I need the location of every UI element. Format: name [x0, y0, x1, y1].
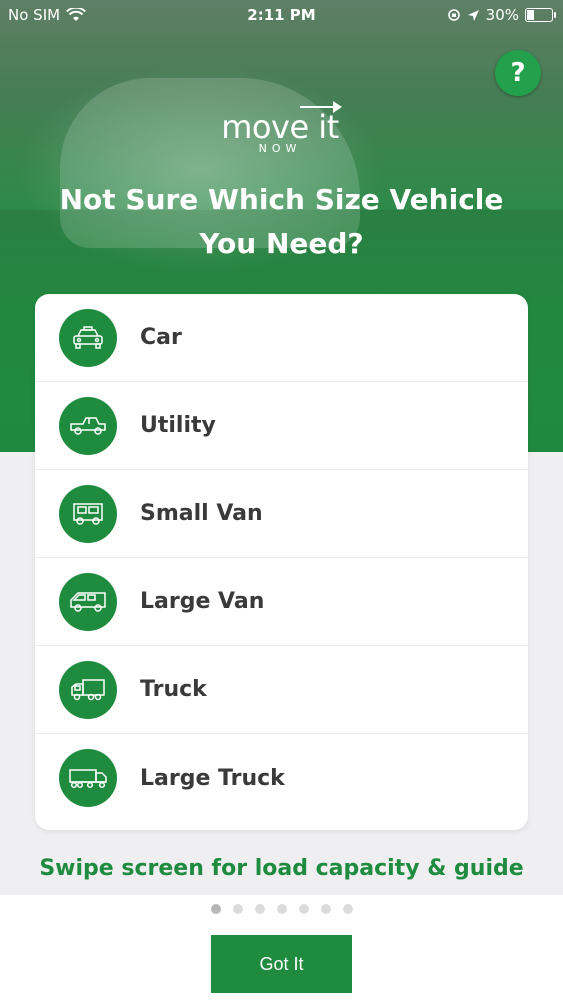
got-it-button[interactable]: Got It — [211, 935, 352, 993]
help-button[interactable]: ? — [495, 50, 541, 96]
page-dot[interactable] — [298, 904, 309, 914]
bottom-bar: Got It — [0, 895, 563, 1000]
move-it-logo: move it NOW — [205, 101, 355, 155]
status-bar: No SIM 2:11 PM 30% — [0, 0, 563, 30]
vehicle-option-small-van[interactable]: Small Van — [35, 470, 528, 558]
page-dot[interactable] — [232, 904, 243, 914]
vehicle-option-utility[interactable]: Utility — [35, 382, 528, 470]
location-arrow-icon — [467, 9, 479, 21]
vehicle-option-truck[interactable]: Truck — [35, 646, 528, 734]
orientation-lock-icon — [447, 9, 460, 21]
vehicle-label: Truck — [140, 677, 207, 702]
large-truck-icon — [59, 749, 117, 807]
logo-arrow-icon — [300, 101, 342, 113]
page-dot[interactable] — [276, 904, 287, 914]
battery-percent: 30% — [485, 6, 519, 24]
vehicle-option-large-truck[interactable]: Large Truck — [35, 734, 528, 822]
page-dot[interactable] — [210, 904, 221, 914]
pickup-truck-icon — [59, 396, 117, 455]
vehicle-label: Large Van — [140, 589, 265, 614]
large-van-icon — [59, 572, 117, 631]
battery-icon — [525, 8, 556, 22]
page-dot[interactable] — [254, 904, 265, 914]
page-title: Not Sure Which Size Vehicle You Need? — [59, 183, 504, 260]
small-van-icon — [59, 484, 117, 543]
truck-icon — [59, 660, 117, 719]
vehicle-list: Car Utility Small Van Large Van Truck La… — [35, 294, 528, 830]
vehicle-label: Large Truck — [140, 765, 285, 791]
vehicle-option-car[interactable]: Car — [35, 294, 528, 382]
vehicle-label: Small Van — [140, 501, 263, 526]
logo-main-text: move it — [221, 108, 339, 146]
page-indicator — [0, 904, 563, 914]
vehicle-option-large-van[interactable]: Large Van — [35, 558, 528, 646]
vehicle-label: Car — [140, 325, 182, 350]
car-icon — [59, 308, 117, 367]
vehicle-label: Utility — [140, 413, 216, 438]
swipe-hint: Swipe screen for load capacity & guide — [39, 856, 524, 881]
page-dot[interactable] — [342, 904, 353, 914]
page-dot[interactable] — [320, 904, 331, 914]
